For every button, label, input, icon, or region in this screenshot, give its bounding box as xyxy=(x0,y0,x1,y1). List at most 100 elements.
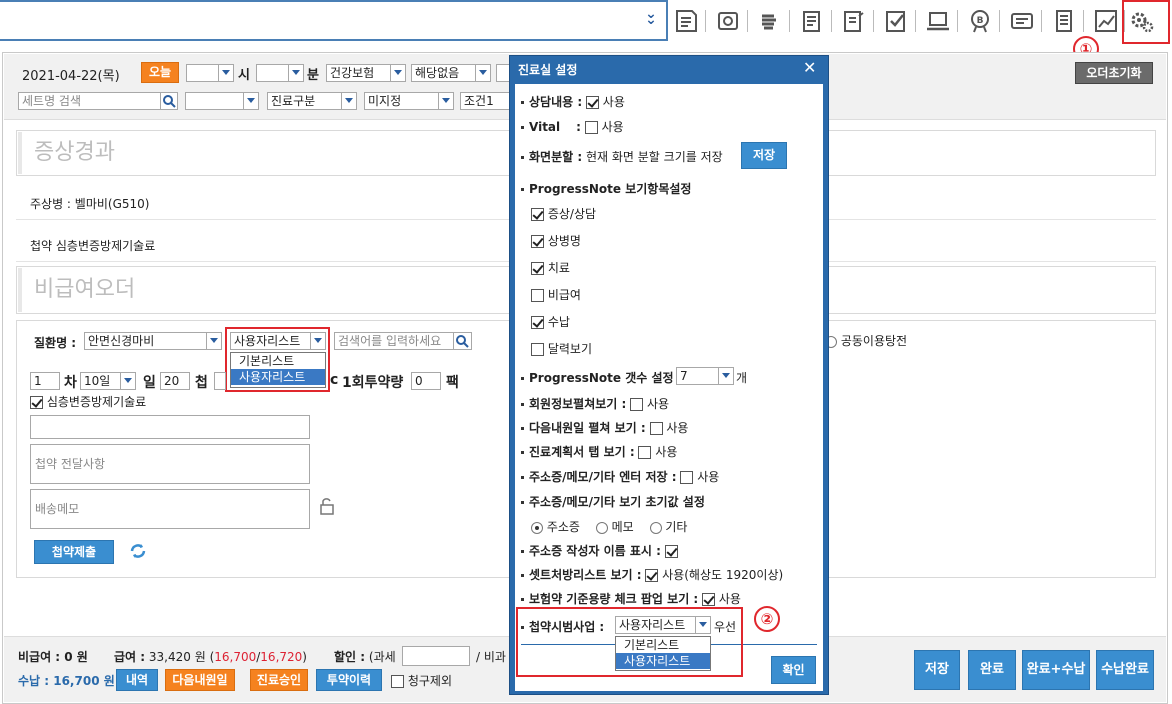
discount-taxed-input[interactable] xyxy=(402,646,470,666)
herbal-check[interactable]: 심층변증방제기술료 xyxy=(30,393,146,410)
cheop-count-input[interactable]: 20 xyxy=(160,372,190,390)
exclude-claim[interactable]: 청구제외 xyxy=(391,672,452,689)
progress-item[interactable]: 증상/상담 xyxy=(531,205,596,222)
modal-close-icon[interactable]: ✕ xyxy=(803,58,816,77)
hour-select[interactable] xyxy=(186,64,234,82)
bullet xyxy=(521,403,524,406)
pay-complete-button[interactable]: 수납완료 xyxy=(1096,650,1154,690)
dose-label: 1회투약량 xyxy=(342,375,404,391)
shipping-memo-input[interactable]: 배송메모 xyxy=(30,489,310,529)
cc-label: c xyxy=(330,372,339,388)
submit-herbal-button[interactable]: 첩약제출 xyxy=(34,540,114,564)
progress-checkbox[interactable] xyxy=(531,235,544,248)
treatment-type-select[interactable]: 진료구분 xyxy=(267,92,357,110)
clipboard-edit-icon[interactable] xyxy=(838,4,870,38)
benefit-part1: 16,700 xyxy=(214,650,257,664)
set-search-input[interactable]: 세트명 검색 xyxy=(18,92,178,110)
save-button[interactable]: 저장 xyxy=(914,650,960,690)
progress-checkbox[interactable] xyxy=(531,262,544,275)
progress-checkbox[interactable] xyxy=(531,316,544,329)
vital-checkbox[interactable] xyxy=(584,121,598,134)
exclude-claim-label: 청구제외 xyxy=(407,674,452,688)
nonbenefit-title: 비급여오더 xyxy=(18,268,498,312)
radio-etc[interactable] xyxy=(649,521,662,534)
blank-select[interactable] xyxy=(185,92,259,110)
memo-icon[interactable] xyxy=(670,4,702,38)
progress-item[interactable]: 달력보기 xyxy=(531,340,592,357)
complete-pay-button[interactable]: 완료+수납 xyxy=(1022,650,1090,690)
disease-select[interactable]: 안면신경마비 xyxy=(84,332,222,350)
condition-select[interactable]: 조건1 xyxy=(460,92,510,110)
next-visit-use-label: 사용 xyxy=(666,421,689,435)
cc-input[interactable] xyxy=(214,372,226,390)
radio-symptom[interactable] xyxy=(531,521,543,534)
treatment-approve-button[interactable]: 진료승인 xyxy=(250,669,308,691)
counsel-row: 상담내용 : 사용 xyxy=(521,93,625,110)
check-clipboard-icon[interactable] xyxy=(880,4,912,38)
insurance-select[interactable]: 건강보험 xyxy=(326,64,406,82)
progress-item-label: 상병명 xyxy=(547,234,581,248)
cha-label: 차 xyxy=(64,375,77,391)
medication-history-button[interactable]: 투약이력 xyxy=(316,669,382,691)
card-icon[interactable] xyxy=(1006,4,1038,38)
author-label: 주소증 작성자 이름 표시 : xyxy=(529,544,661,558)
next-visit-checkbox[interactable] xyxy=(649,422,663,435)
shipping-memo-placeholder: 배송메모 xyxy=(35,502,80,516)
note-input[interactable] xyxy=(30,415,310,439)
delivery-note-input[interactable]: 첩약 전달사항 xyxy=(30,444,310,484)
search-icon[interactable] xyxy=(160,93,177,109)
set-list-checkbox[interactable] xyxy=(645,569,659,582)
radio-memo[interactable] xyxy=(595,521,608,534)
benefit-total: 급여 : 33,420 원 (16,700/16,720) xyxy=(114,648,307,665)
enter-save-checkbox[interactable] xyxy=(680,471,694,484)
today-button[interactable]: 오늘 xyxy=(141,62,179,83)
progress-item[interactable]: 상병명 xyxy=(531,232,581,249)
badge-b-icon[interactable]: B xyxy=(964,4,996,38)
progress-item[interactable]: 수납 xyxy=(531,313,570,330)
unlock-icon[interactable] xyxy=(318,497,336,515)
dose-check-label: 보험약 기준용량 체크 팝업 보기 : xyxy=(529,592,699,606)
author-checkbox[interactable] xyxy=(664,545,678,558)
exclude-claim-checkbox[interactable] xyxy=(391,675,404,688)
extra-select[interactable] xyxy=(496,64,510,82)
counsel-checkbox[interactable] xyxy=(585,96,599,109)
next-visit-button[interactable]: 다음내원일 xyxy=(165,669,235,691)
order-reset-button[interactable]: 오더초기화 xyxy=(1075,62,1153,84)
progress-count-select[interactable]: 7 xyxy=(676,367,734,385)
progress-item[interactable]: 치료 xyxy=(531,259,570,276)
refresh-icon[interactable] xyxy=(128,541,148,561)
checklist-icon[interactable] xyxy=(796,4,828,38)
hand-icon[interactable] xyxy=(754,4,786,38)
progress-item[interactable]: 비급여 xyxy=(531,286,581,303)
shared-option[interactable]: 공동이용탕전 xyxy=(825,332,907,349)
complete-button[interactable]: 완료 xyxy=(968,650,1016,690)
chart-icon[interactable] xyxy=(1090,4,1122,38)
confirm-button[interactable]: 확인 xyxy=(771,656,816,684)
split-save-button[interactable]: 저장 xyxy=(741,142,787,169)
search-icon[interactable] xyxy=(453,333,471,349)
keyword-search-input[interactable]: 검색어를 입력하세요 xyxy=(334,332,472,350)
herbal-checkbox[interactable] xyxy=(30,396,43,409)
camera-icon[interactable] xyxy=(712,4,744,38)
vital-use-label: 사용 xyxy=(601,120,624,134)
days-select[interactable]: 10일 xyxy=(80,372,136,390)
laptop-icon[interactable] xyxy=(922,4,954,38)
history-button[interactable]: 내역 xyxy=(116,669,158,691)
patient-search-input[interactable] xyxy=(0,0,668,41)
undecided-select[interactable]: 미지정 xyxy=(364,92,454,110)
progress-checkbox[interactable] xyxy=(531,343,544,356)
document-icon[interactable] xyxy=(1048,4,1080,38)
minute-select[interactable] xyxy=(256,64,304,82)
progress-item-label: 수납 xyxy=(547,315,570,329)
dose-input[interactable]: 0 xyxy=(411,372,441,390)
progress-count-unit: 개 xyxy=(736,371,748,385)
applicable-select[interactable]: 해당없음 xyxy=(411,64,491,82)
member-info-checkbox[interactable] xyxy=(630,398,644,411)
progress-checkbox[interactable] xyxy=(531,289,544,302)
dose-check-checkbox[interactable] xyxy=(702,593,716,606)
vital-row: Vital: 사용 xyxy=(521,118,624,135)
plan-tab-checkbox[interactable] xyxy=(638,446,652,459)
set-list-row: 셋트처방리스트 보기 : 사용(해상도 1920이상) xyxy=(521,566,783,583)
count-input[interactable]: 1 xyxy=(30,372,60,390)
progress-checkbox[interactable] xyxy=(531,208,544,221)
